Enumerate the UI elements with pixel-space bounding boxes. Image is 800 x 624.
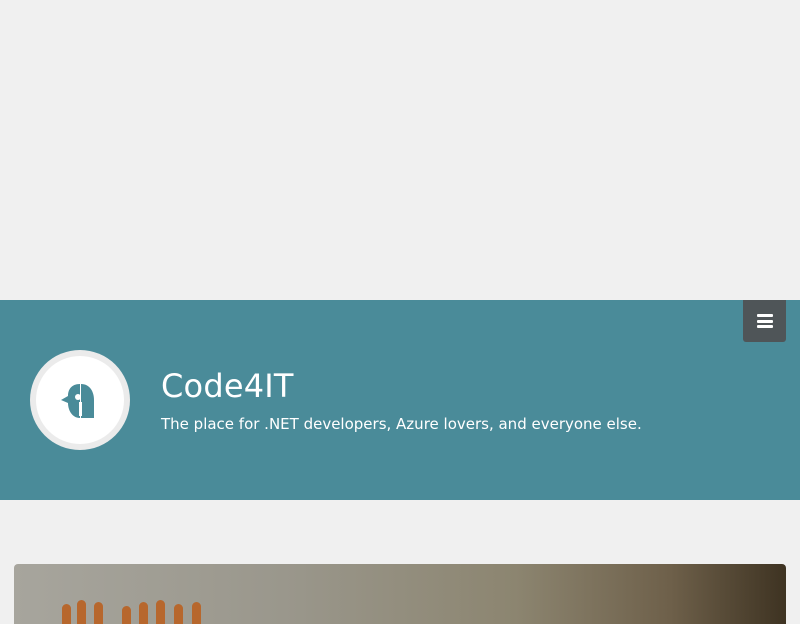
site-header [0, 300, 800, 500]
penguin-logo-icon [61, 384, 94, 418]
top-blank-area [0, 0, 800, 300]
hamburger-menu-icon [756, 314, 773, 328]
hero-image [14, 564, 786, 624]
site-tagline: The place for .NET developers, Azure lov… [161, 415, 642, 433]
menu-button[interactable] [743, 300, 786, 342]
site-title[interactable]: Code4IT [161, 366, 294, 406]
site-logo[interactable] [30, 350, 130, 450]
